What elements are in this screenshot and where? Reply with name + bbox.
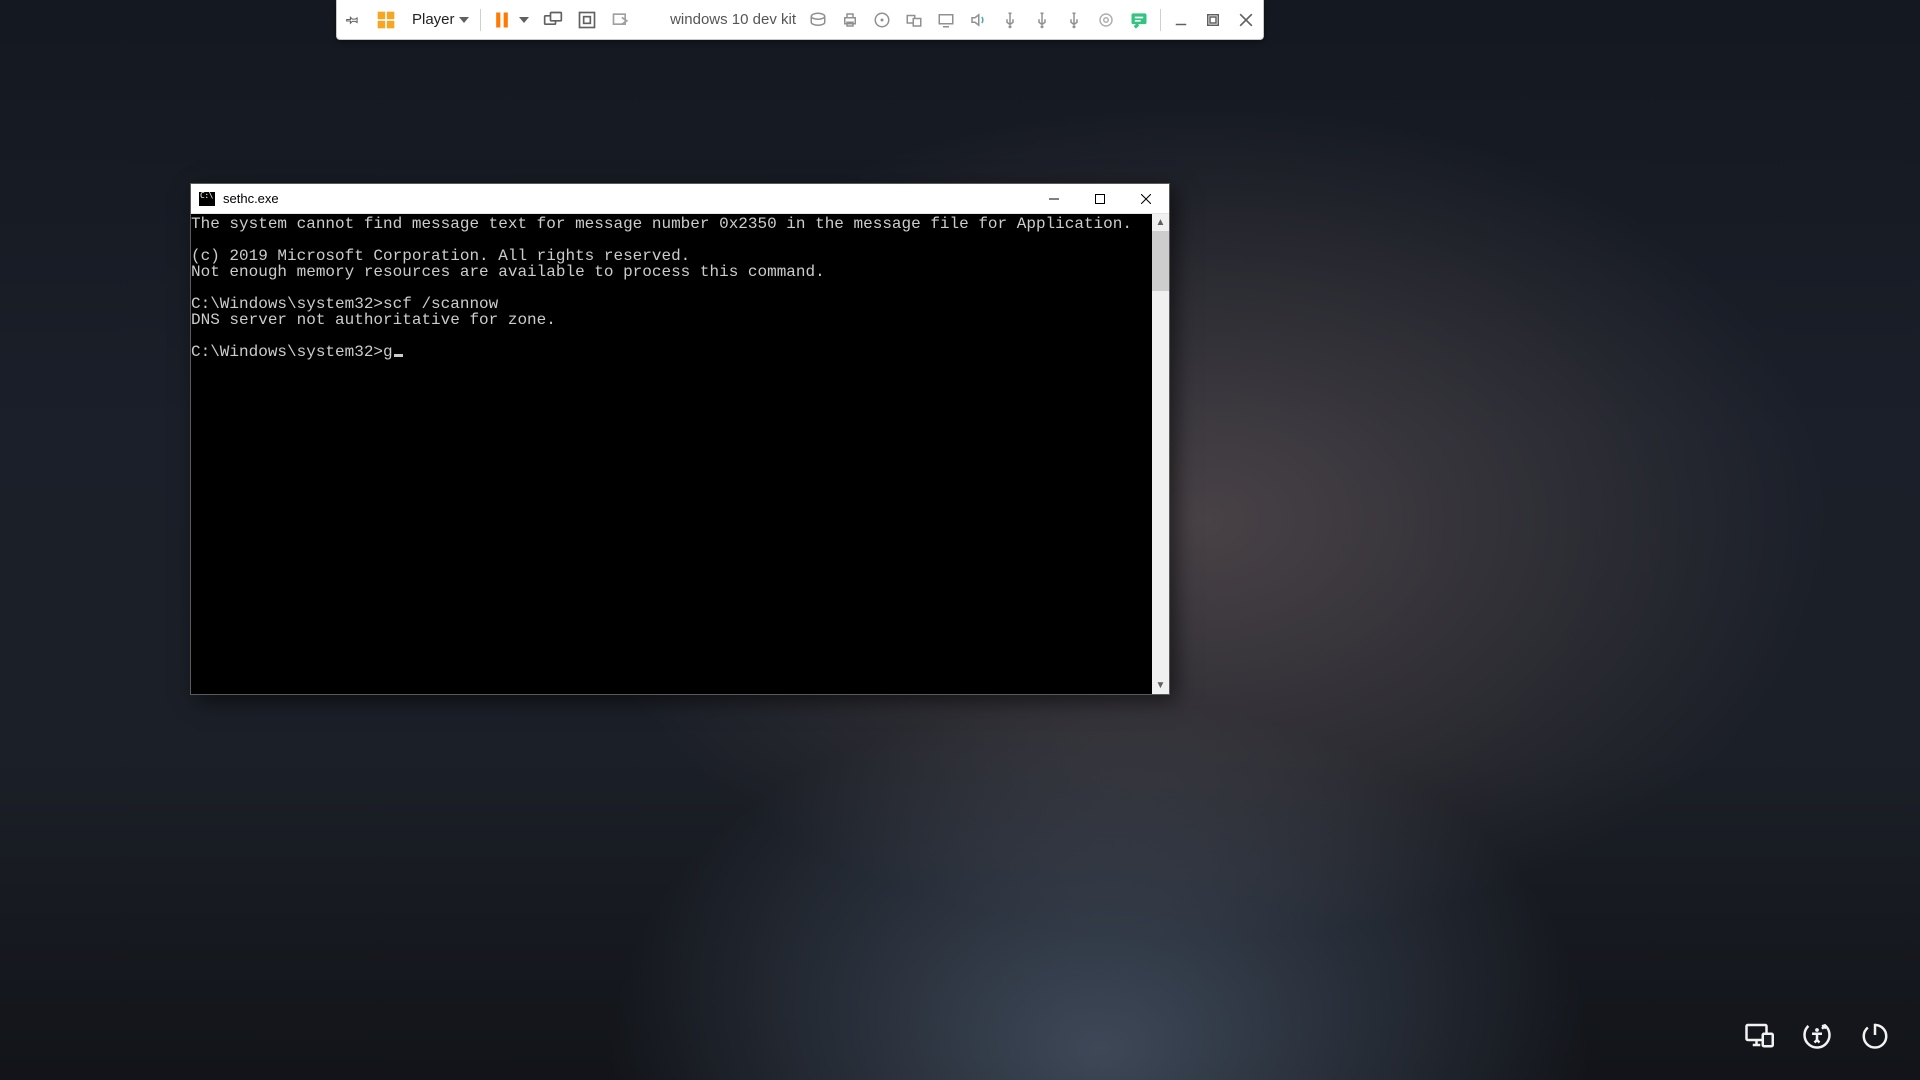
vmware-toolbar-left: Player <box>337 0 638 39</box>
display-icon <box>937 11 955 29</box>
unity-icon <box>611 10 631 30</box>
command-prompt-app-icon <box>199 192 215 206</box>
fullscreen-icon <box>577 10 597 30</box>
minimize-button[interactable] <box>1165 0 1197 39</box>
network-screen-icon <box>1744 1020 1774 1050</box>
chevron-down-icon <box>459 17 469 23</box>
scroll-down-button[interactable]: ▼ <box>1152 677 1169 694</box>
devices-network-button[interactable] <box>898 0 930 39</box>
vmware-toolbar-right: windows 10 dev kit <box>670 0 1263 39</box>
devices-circle-button[interactable] <box>1090 0 1122 39</box>
scrollbar[interactable]: ▲ ▼ <box>1152 214 1169 694</box>
window-maximize-button[interactable] <box>1077 184 1123 213</box>
keyboard-send-icon <box>543 10 563 30</box>
generic-device-icon <box>1097 11 1115 29</box>
maximize-button[interactable] <box>1197 0 1229 39</box>
chevron-down-icon <box>519 17 529 23</box>
minimize-icon <box>1172 11 1190 29</box>
close-button[interactable] <box>1229 0 1263 39</box>
close-icon <box>1236 10 1256 30</box>
devices-sound-button[interactable] <box>962 0 994 39</box>
window-controls <box>1031 184 1169 213</box>
message-icon <box>1129 10 1149 30</box>
toolbar-separator <box>480 9 481 31</box>
window-title: sethc.exe <box>223 191 279 206</box>
window-minimize-button[interactable] <box>1031 184 1077 213</box>
devices-usb-3-button[interactable] <box>1058 0 1090 39</box>
pause-menu-button[interactable] <box>519 0 536 39</box>
devices-usb-1-button[interactable] <box>994 0 1026 39</box>
player-menu-label: Player <box>410 11 459 28</box>
command-prompt-titlebar[interactable]: sethc.exe <box>191 184 1169 214</box>
network-adapter-icon <box>905 11 923 29</box>
ease-of-access-icon <box>1802 1020 1832 1050</box>
devices-display-button[interactable] <box>930 0 962 39</box>
pin-button[interactable] <box>337 0 369 39</box>
login-screen-icons <box>1744 1020 1890 1050</box>
hard-disk-icon <box>809 11 827 29</box>
command-prompt-window: sethc.exe The system cannot find message… <box>190 183 1170 695</box>
ease-of-access-button[interactable] <box>1802 1020 1832 1050</box>
close-icon <box>1141 194 1151 204</box>
command-prompt-terminal[interactable]: The system cannot find message text for … <box>191 214 1152 694</box>
sound-icon <box>969 11 987 29</box>
minimize-icon <box>1049 194 1059 204</box>
toolbar-separator <box>1160 9 1161 31</box>
vmware-logo-button[interactable] <box>369 0 403 39</box>
pause-button[interactable] <box>485 0 519 39</box>
devices-hdd-button[interactable] <box>802 0 834 39</box>
usb-icon <box>1065 11 1083 29</box>
scroll-thumb[interactable] <box>1152 231 1169 291</box>
cd-icon <box>873 11 891 29</box>
devices-usb-2-button[interactable] <box>1026 0 1058 39</box>
maximize-icon <box>1204 11 1222 29</box>
send-ctrl-alt-del-button[interactable] <box>536 0 570 39</box>
vmware-toolbar: Player <box>336 0 1264 40</box>
pin-icon <box>344 11 362 29</box>
power-button[interactable] <box>1860 1020 1890 1050</box>
window-close-button[interactable] <box>1123 184 1169 213</box>
player-menu-button[interactable]: Player <box>403 0 476 39</box>
fullscreen-button[interactable] <box>570 0 604 39</box>
printer-icon <box>841 11 859 29</box>
vmware-logo-icon <box>376 10 396 30</box>
unity-button[interactable] <box>604 0 638 39</box>
devices-printer-button[interactable] <box>834 0 866 39</box>
power-icon <box>1860 1020 1890 1050</box>
devices-cd-button[interactable] <box>866 0 898 39</box>
messages-button[interactable] <box>1122 0 1156 39</box>
usb-icon <box>1033 11 1051 29</box>
command-prompt-body: The system cannot find message text for … <box>191 214 1169 694</box>
vm-name-label: windows 10 dev kit <box>670 11 802 28</box>
pause-icon <box>492 10 512 30</box>
maximize-icon <box>1095 194 1105 204</box>
network-button[interactable] <box>1744 1020 1774 1050</box>
usb-icon <box>1001 11 1019 29</box>
scroll-up-button[interactable]: ▲ <box>1152 214 1169 231</box>
